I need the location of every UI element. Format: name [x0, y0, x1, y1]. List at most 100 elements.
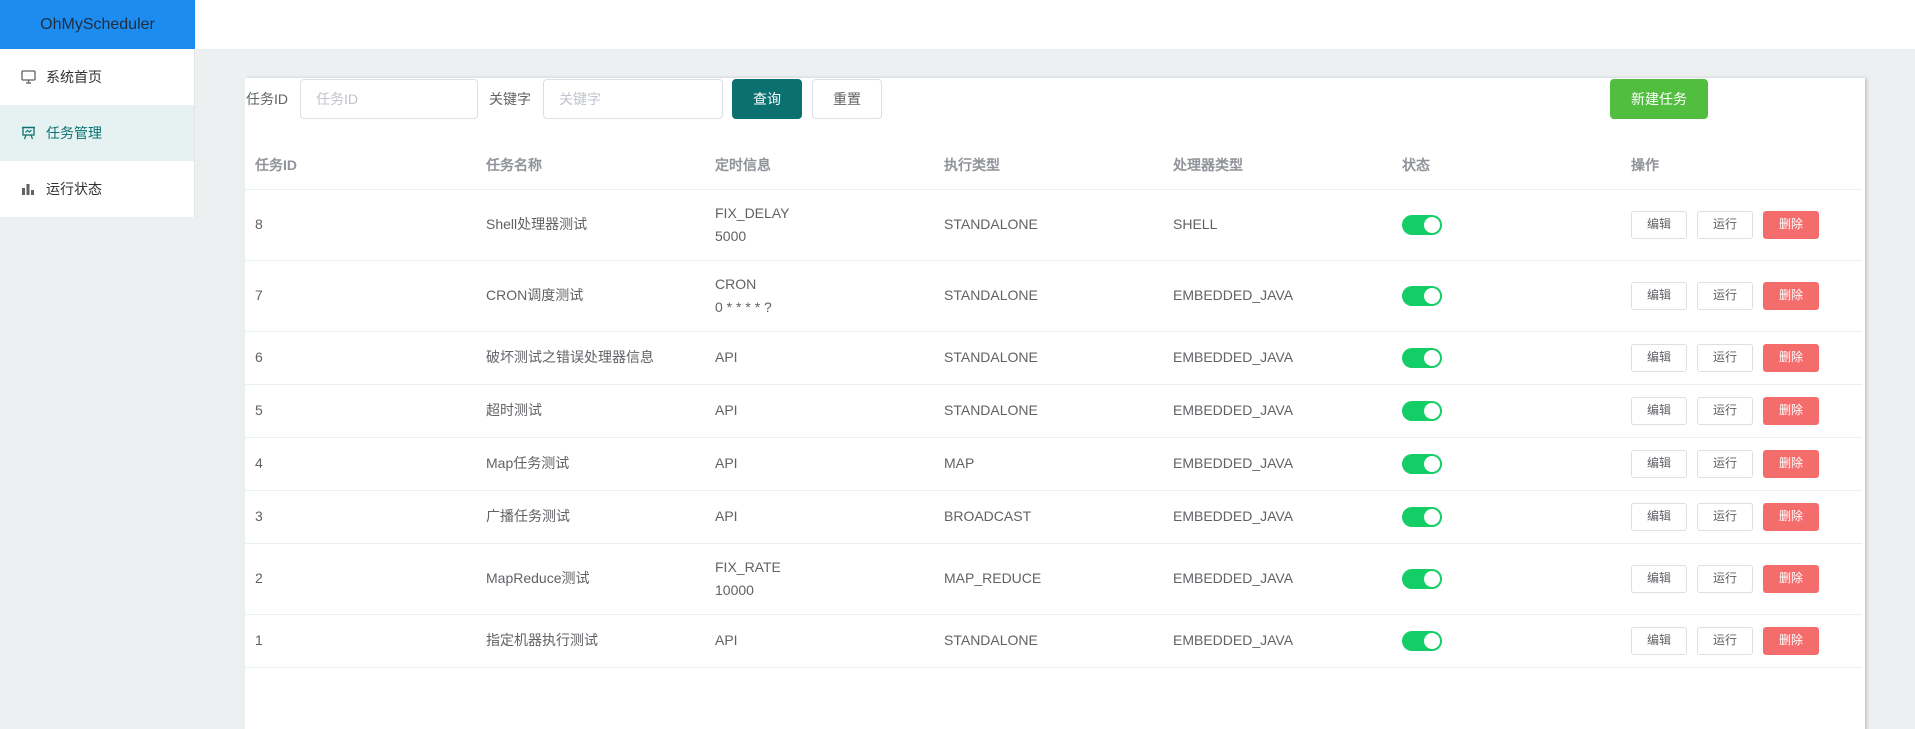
status-cell [1392, 543, 1621, 615]
job-name-cell: 破坏测试之错误处理器信息 [476, 331, 705, 385]
edit-button[interactable]: 编辑 [1631, 343, 1687, 372]
edit-button[interactable]: 编辑 [1631, 281, 1687, 310]
run-button[interactable]: 运行 [1697, 564, 1753, 593]
status-toggle[interactable] [1402, 401, 1442, 422]
delete-button[interactable]: 删除 [1763, 502, 1819, 531]
status-toggle[interactable] [1402, 569, 1442, 590]
run-button[interactable]: 运行 [1697, 343, 1753, 372]
table-row: 7 CRON调度测试 CRON 0 * * * * ? STANDALONE EM… [245, 260, 1862, 332]
time-info-cell: CRON 0 * * * * ? [705, 260, 934, 332]
edit-button[interactable]: 编辑 [1631, 396, 1687, 425]
status-cell [1392, 189, 1621, 261]
processor-type-cell: EMBEDDED_JAVA [1163, 331, 1392, 385]
delete-button[interactable]: 删除 [1763, 343, 1819, 372]
time-info-cell: FIX_DELAY 5000 [705, 189, 934, 261]
delete-button[interactable]: 删除 [1763, 564, 1819, 593]
status-toggle[interactable] [1402, 631, 1442, 652]
sidebar-item-label: 运行状态 [46, 181, 102, 197]
processor-type-cell: EMBEDDED_JAVA [1163, 543, 1392, 615]
actions-cell: 编辑 运行 删除 [1621, 543, 1862, 615]
column-header-processor: 处理器类型 [1163, 141, 1392, 190]
status-toggle[interactable] [1402, 215, 1442, 236]
time-info-cell: API [705, 331, 934, 385]
delete-button[interactable]: 删除 [1763, 396, 1819, 425]
sidebar-item-home[interactable]: 系统首页 [0, 49, 194, 105]
delete-button[interactable]: 删除 [1763, 210, 1819, 239]
job-id-cell: 2 [245, 543, 476, 615]
time-expression: 10000 [715, 581, 754, 598]
actions-cell: 编辑 运行 删除 [1621, 331, 1862, 385]
table-row: 6 破坏测试之错误处理器信息 API STANDALONE EMBEDDED_J… [245, 331, 1862, 385]
edit-button[interactable]: 编辑 [1631, 502, 1687, 531]
exec-type-cell: STANDALONE [934, 384, 1163, 438]
sidebar-item-label: 系统首页 [46, 69, 102, 85]
edit-button[interactable]: 编辑 [1631, 210, 1687, 239]
sidebar: 系统首页 任务管理 运行状态 [0, 49, 195, 217]
status-toggle[interactable] [1402, 348, 1442, 369]
table-header-row: 任务ID 任务名称 定时信息 执行类型 处理器类型 状态 操作 [245, 141, 1862, 190]
actions-cell: 编辑 运行 删除 [1621, 437, 1862, 491]
run-button[interactable]: 运行 [1697, 281, 1753, 310]
actions-cell: 编辑 运行 删除 [1621, 260, 1862, 332]
run-button[interactable]: 运行 [1697, 396, 1753, 425]
status-cell [1392, 384, 1621, 438]
presentation-icon [20, 125, 36, 141]
processor-type-cell: EMBEDDED_JAVA [1163, 490, 1392, 544]
run-button[interactable]: 运行 [1697, 210, 1753, 239]
exec-type-cell: BROADCAST [934, 490, 1163, 544]
status-cell [1392, 331, 1621, 385]
delete-button[interactable]: 删除 [1763, 626, 1819, 655]
exec-type-cell: STANDALONE [934, 189, 1163, 261]
status-toggle[interactable] [1402, 286, 1442, 307]
job-id-cell: 6 [245, 331, 476, 385]
run-button[interactable]: 运行 [1697, 502, 1753, 531]
actions-cell: 编辑 运行 删除 [1621, 384, 1862, 438]
sidebar-item-job-management[interactable]: 任务管理 [0, 105, 194, 161]
column-header-exec-type: 执行类型 [934, 141, 1163, 190]
job-table: 任务ID 任务名称 定时信息 执行类型 处理器类型 状态 操作 8 Shell处… [245, 141, 1862, 668]
column-header-time: 定时信息 [705, 141, 934, 190]
actions-cell: 编辑 运行 删除 [1621, 490, 1862, 544]
time-type: CRON [715, 275, 757, 292]
edit-button[interactable]: 编辑 [1631, 449, 1687, 478]
run-button[interactable]: 运行 [1697, 449, 1753, 478]
sidebar-item-run-status[interactable]: 运行状态 [0, 161, 194, 217]
edit-button[interactable]: 编辑 [1631, 564, 1687, 593]
reset-button[interactable]: 重置 [812, 79, 882, 119]
job-id-label: 任务ID [246, 91, 288, 107]
sidebar-item-label: 任务管理 [46, 125, 102, 141]
delete-button[interactable]: 删除 [1763, 281, 1819, 310]
delete-button[interactable]: 删除 [1763, 449, 1819, 478]
monitor-icon [20, 69, 36, 85]
status-cell [1392, 614, 1621, 668]
edit-button[interactable]: 编辑 [1631, 626, 1687, 655]
table-row: 8 Shell处理器测试 FIX_DELAY 5000 STANDALONE SH… [245, 189, 1862, 261]
table-row: 4 Map任务测试 API MAP EMBEDDED_JAVA 编辑 运行 删除 [245, 437, 1862, 491]
status-cell [1392, 437, 1621, 491]
status-toggle[interactable] [1402, 507, 1442, 528]
keyword-input[interactable] [543, 79, 723, 119]
status-toggle[interactable] [1402, 454, 1442, 475]
processor-type-cell: EMBEDDED_JAVA [1163, 614, 1392, 668]
job-name-cell: 指定机器执行测试 [476, 614, 705, 668]
column-header-actions: 操作 [1621, 141, 1862, 190]
table-row: 2 MapReduce测试 FIX_RATE 10000 MAP_REDUCE E… [245, 543, 1862, 615]
time-info-cell: API [705, 384, 934, 438]
table-row: 1 指定机器执行测试 API STANDALONE EMBEDDED_JAVA … [245, 614, 1862, 668]
run-button[interactable]: 运行 [1697, 626, 1753, 655]
new-job-button[interactable]: 新建任务 [1610, 79, 1708, 119]
query-button[interactable]: 查询 [732, 79, 802, 119]
job-id-input[interactable] [300, 79, 478, 119]
column-header-name: 任务名称 [476, 141, 705, 190]
processor-type-cell: EMBEDDED_JAVA [1163, 384, 1392, 438]
job-id-cell: 7 [245, 260, 476, 332]
time-info-cell: API [705, 437, 934, 491]
job-name-cell: 超时测试 [476, 384, 705, 438]
exec-type-cell: STANDALONE [934, 614, 1163, 668]
job-id-cell: 5 [245, 384, 476, 438]
exec-type-cell: MAP_REDUCE [934, 543, 1163, 615]
actions-cell: 编辑 运行 删除 [1621, 614, 1862, 668]
top-bar [195, 0, 1915, 49]
job-id-cell: 4 [245, 437, 476, 491]
job-name-cell: 广播任务测试 [476, 490, 705, 544]
